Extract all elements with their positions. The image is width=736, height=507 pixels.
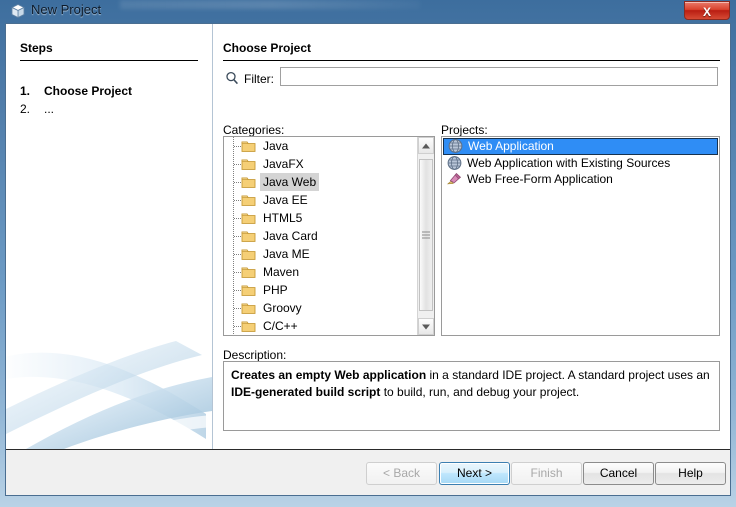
category-item[interactable]: JavaFX (224, 155, 417, 173)
project-label: Web Free-Form Application (467, 172, 613, 186)
back-button[interactable]: < Back (366, 462, 437, 485)
step-label: Choose Project (44, 84, 133, 98)
category-item[interactable]: Java ME (224, 245, 417, 263)
filter-label: Filter: (244, 72, 274, 86)
category-item[interactable]: Java (224, 137, 417, 155)
description-text-1: in a standard IDE project. A standard pr… (426, 368, 710, 382)
tree-elbow (234, 326, 241, 327)
help-button[interactable]: Help (655, 462, 726, 485)
tree-elbow (234, 182, 241, 183)
categories-tree: Java JavaFX Java Web Java EE HTML5 Java … (224, 137, 417, 335)
content-panel: Choose Project Filter: Categories: Proje… (212, 24, 730, 449)
category-label: C/C++ (263, 319, 298, 333)
tree-elbow (234, 146, 241, 147)
search-icon (225, 71, 239, 85)
category-label: Java ME (263, 247, 310, 261)
filter-input[interactable] (280, 67, 718, 86)
tree-elbow (234, 218, 241, 219)
folder-icon (241, 139, 256, 153)
scroll-up-arrow-icon[interactable] (418, 137, 434, 154)
cube-icon (10, 3, 26, 19)
category-item-selected[interactable]: Java Web (224, 173, 417, 191)
folder-icon (241, 211, 256, 225)
new-project-dialog: New Project X Steps 1. Choose Project 2..… (0, 0, 736, 507)
folder-icon (241, 283, 256, 297)
tree-elbow (234, 236, 241, 237)
category-label: Java Web (260, 173, 320, 191)
step-number: 2. (20, 102, 31, 116)
content-divider (223, 60, 720, 61)
description-label: Description: (223, 348, 287, 362)
category-item[interactable]: C/C++ (224, 317, 417, 335)
description-bold-2: IDE-generated build script (231, 385, 381, 399)
scrollbar-grip (422, 231, 430, 239)
projects-label: Projects: (441, 123, 488, 137)
description-box: Creates an empty Web application in a st… (223, 361, 720, 431)
projects-list[interactable]: Web Application Web Application with Exi… (441, 136, 720, 336)
tree-elbow (234, 272, 241, 273)
folder-icon (241, 175, 256, 189)
step-label: ... (44, 102, 55, 116)
scroll-down-arrow-icon[interactable] (418, 318, 434, 335)
category-label: Java Card (263, 229, 318, 243)
category-item[interactable]: Java EE (224, 191, 417, 209)
step-item-2[interactable]: 2.... (20, 102, 54, 116)
project-label: Web Application with Existing Sources (467, 156, 671, 170)
dialog-body: Steps 1. Choose Project 2.... Choose Pro… (5, 23, 731, 496)
category-label: JavaFX (263, 157, 304, 171)
folder-icon (241, 157, 256, 171)
folder-icon (241, 319, 256, 333)
category-label: Java EE (263, 193, 308, 207)
tree-elbow (234, 290, 241, 291)
steps-panel: Steps 1. Choose Project 2.... (6, 24, 212, 449)
folder-icon (241, 247, 256, 261)
steps-heading: Steps (20, 41, 53, 55)
tree-elbow (234, 308, 241, 309)
scrollbar-thumb[interactable] (419, 159, 433, 311)
button-bar: < Back Next > Finish Cancel Help (6, 449, 730, 495)
folder-icon (241, 265, 256, 279)
category-label: Maven (263, 265, 300, 279)
step-number: 1. (20, 84, 31, 98)
category-item[interactable]: PHP (224, 281, 417, 299)
categories-list[interactable]: Java JavaFX Java Web Java EE HTML5 Java … (223, 136, 435, 336)
cancel-button[interactable]: Cancel (583, 462, 654, 485)
globe-icon (447, 138, 464, 154)
next-button[interactable]: Next > (439, 462, 510, 485)
project-item[interactable]: Web Free-Form Application (443, 171, 718, 187)
window-title: New Project (31, 2, 102, 17)
steps-divider (20, 60, 198, 61)
globe-icon (446, 155, 463, 171)
tree-elbow (234, 164, 241, 165)
category-label: Groovy (263, 301, 302, 315)
category-label: HTML5 (263, 211, 303, 225)
categories-scrollbar[interactable] (417, 137, 434, 335)
page-title: Choose Project (223, 41, 312, 55)
finish-button[interactable]: Finish (511, 462, 582, 485)
category-label: PHP (263, 283, 288, 297)
project-item[interactable]: Web Application with Existing Sources (443, 155, 718, 171)
categories-label: Categories: (223, 123, 285, 137)
close-button[interactable]: X (684, 1, 730, 20)
project-label: Web Application (468, 139, 554, 153)
category-label: Java (263, 139, 289, 153)
decorative-swoosh (6, 319, 212, 449)
description-bold-1: Creates an empty Web application (231, 368, 427, 382)
freeform-icon (446, 171, 463, 187)
folder-icon (241, 229, 256, 243)
folder-icon (241, 301, 256, 315)
category-item[interactable]: Groovy (224, 299, 417, 317)
tree-elbow (234, 200, 241, 201)
description-text-2: to build, run, and debug your project. (380, 385, 580, 399)
tree-elbow (234, 254, 241, 255)
folder-icon (241, 193, 256, 207)
step-item-1[interactable]: 1. Choose Project (20, 84, 132, 98)
title-bar: New Project X (0, 0, 736, 22)
category-item[interactable]: Maven (224, 263, 417, 281)
category-item[interactable]: HTML5 (224, 209, 417, 227)
category-item[interactable]: Java Card (224, 227, 417, 245)
project-item-selected[interactable]: Web Application (443, 138, 718, 155)
